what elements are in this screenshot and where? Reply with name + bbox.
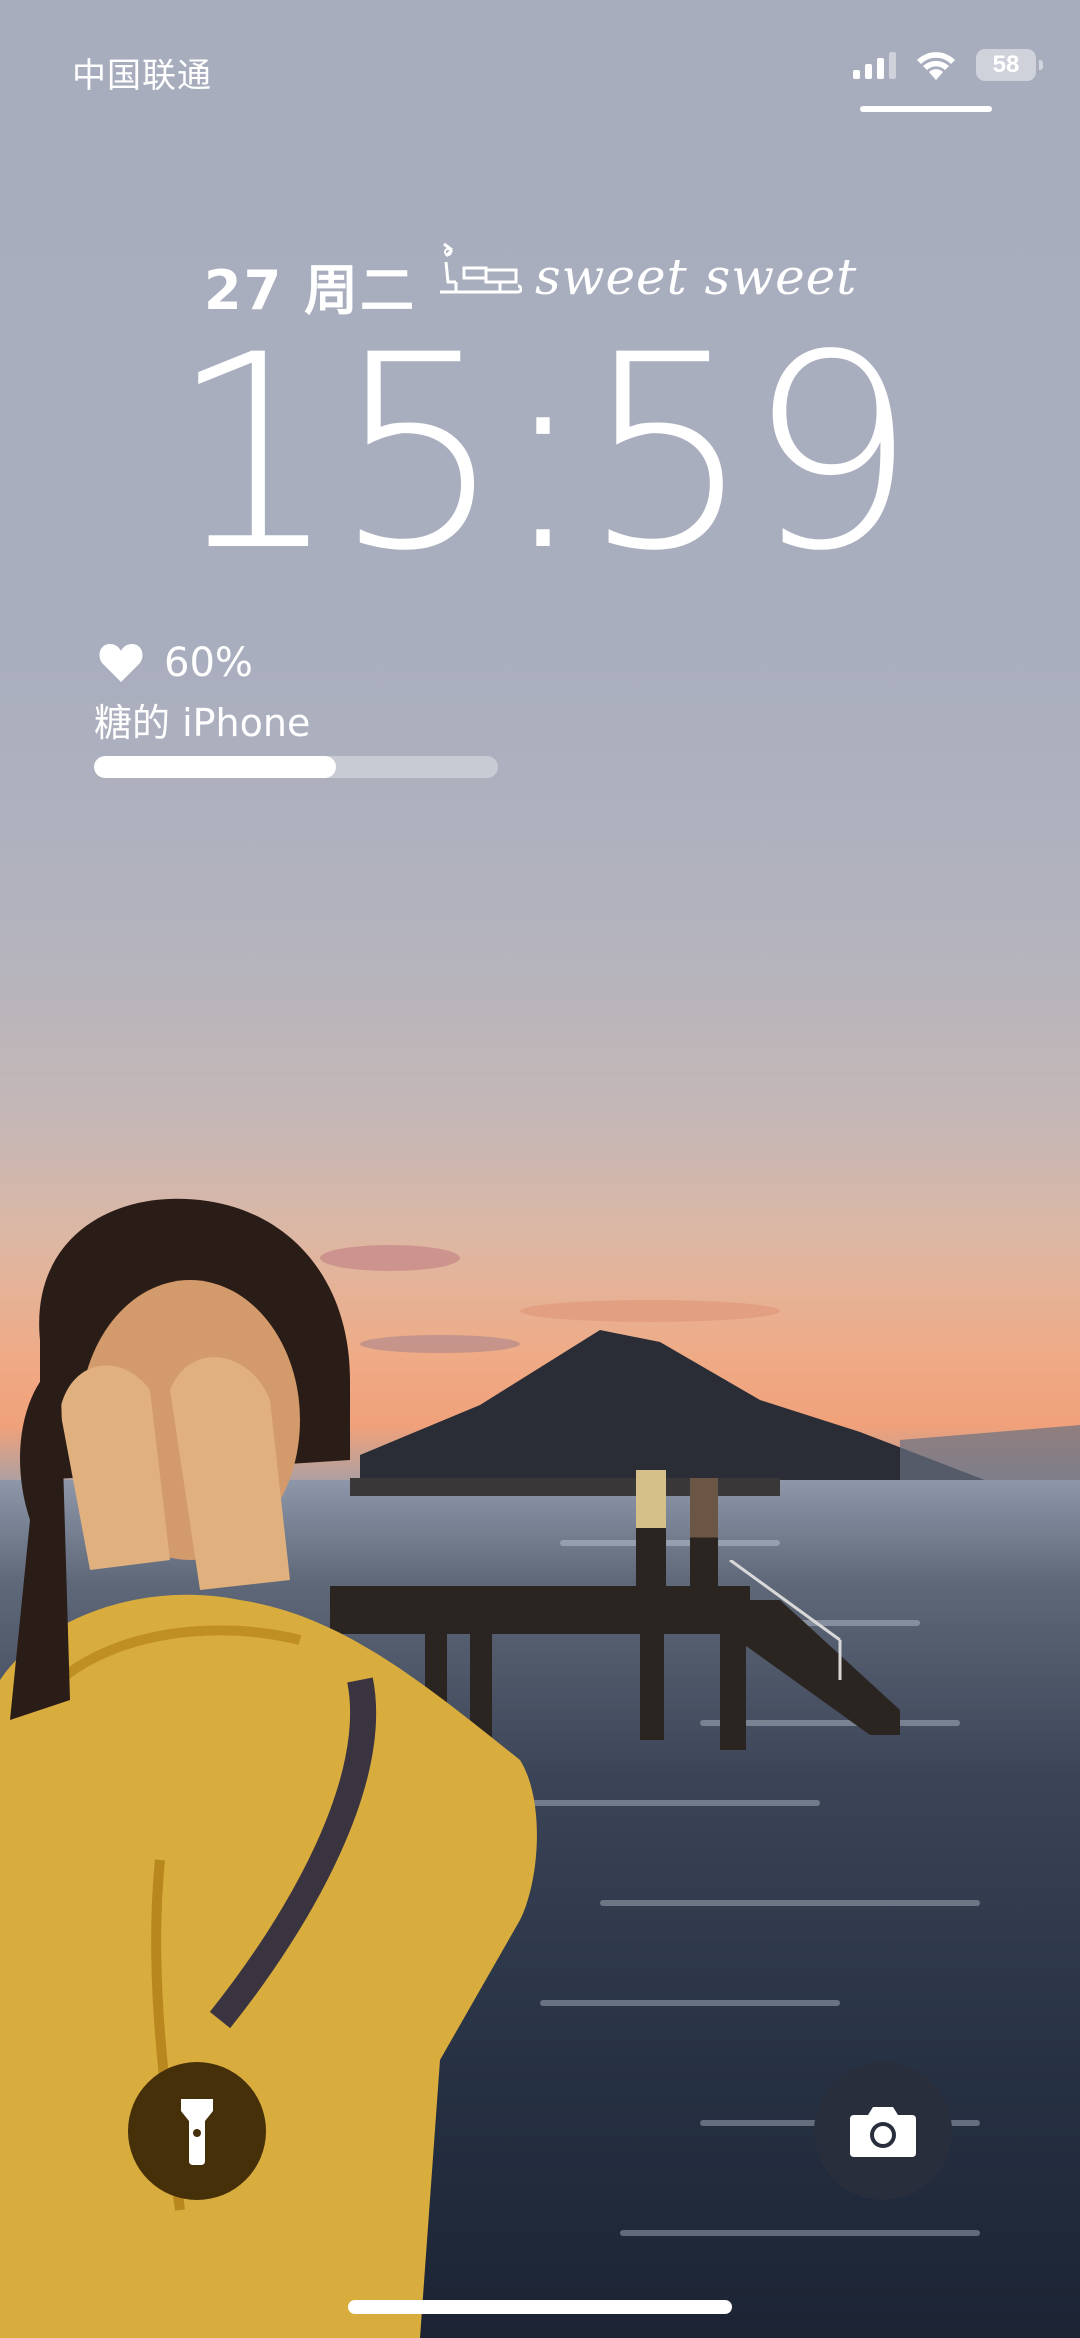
wallpaper-woman (0, 1198, 537, 2338)
device-name: 糖的 iPhone (94, 701, 311, 745)
home-indicator[interactable] (348, 2300, 732, 2314)
wallpaper-pier-stairs (710, 1560, 900, 1735)
wallpaper-wave (600, 1900, 980, 1906)
wallpaper-wave (560, 1540, 780, 1546)
camera-button[interactable] (814, 2062, 952, 2200)
battery-progress-track (94, 756, 498, 778)
lock-clock[interactable]: 15:59 (0, 320, 1080, 588)
wallpaper-wave (540, 2000, 840, 2006)
wallpaper-pier-post (640, 1630, 664, 1740)
camera-icon (850, 2107, 916, 2157)
battery-level: 58 (992, 51, 1020, 78)
lock-screen: 中国联通 58 27 周二 sweet sweet 15:59 60% 糖的 i… (0, 0, 1080, 2338)
battery-icon: 58 (976, 49, 1043, 81)
flashlight-button[interactable] (128, 2062, 266, 2200)
battery-progress-fill (94, 756, 337, 778)
wallpaper-wave (620, 2230, 980, 2236)
battery-percent: 60% (164, 640, 253, 686)
wifi-icon (917, 52, 955, 80)
status-bar: 中国联通 58 (0, 0, 1080, 120)
heart-icon (99, 644, 143, 682)
signal-bars-icon (853, 51, 896, 79)
wallpaper-person (690, 1478, 718, 1586)
carrier-name: 中国联通 (72, 56, 212, 96)
wallpaper-person (636, 1470, 666, 1586)
status-icons: 58 (853, 48, 1043, 82)
sleigh-icon (440, 242, 522, 294)
control-center-indicator[interactable] (860, 106, 992, 112)
flashlight-icon (181, 2099, 213, 2165)
battery-widget[interactable]: 60% 糖的 iPhone (94, 636, 498, 786)
